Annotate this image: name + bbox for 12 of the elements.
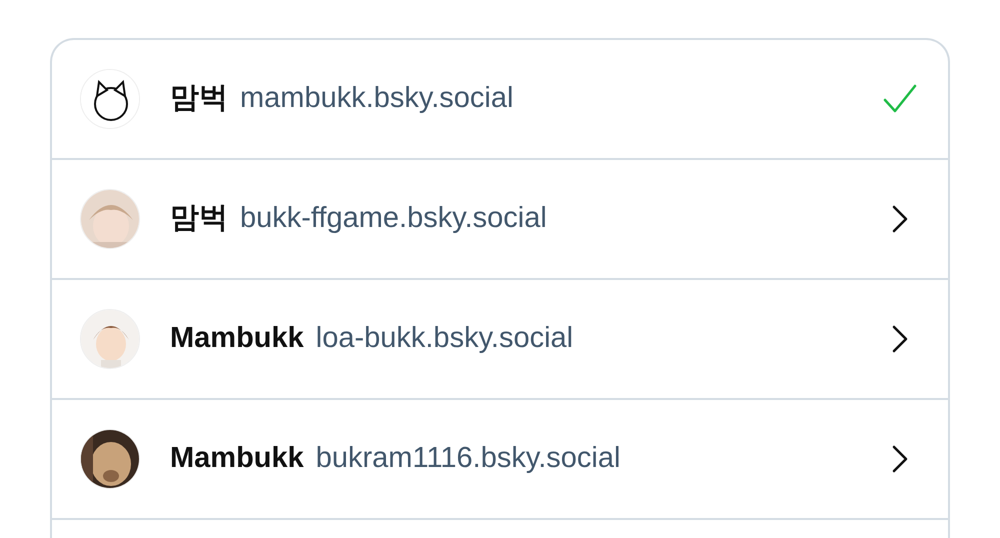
account-handle: mambukk.bsky.social (240, 81, 514, 116)
account-handle: loa-bukk.bsky.social (316, 321, 574, 356)
display-name: Mambukk (170, 441, 304, 476)
display-name: 맘벅 (170, 81, 228, 116)
account-row[interactable]: 맘벅 bukk-ffgame.bsky.social (52, 160, 948, 280)
account-row[interactable]: Mambukk loa-bukk.bsky.social (52, 280, 948, 400)
display-name: Mambukk (170, 321, 304, 356)
account-row[interactable]: 맘벅 mambukk.bsky.social (52, 40, 948, 160)
account-handle: bukram1116.bsky.social (316, 441, 620, 476)
display-name: 맘벅 (170, 201, 228, 236)
account-handle: bukk-ffgame.bsky.social (240, 201, 547, 236)
account-row[interactable]: Mambukk bukram1116.bsky.social (52, 400, 948, 520)
